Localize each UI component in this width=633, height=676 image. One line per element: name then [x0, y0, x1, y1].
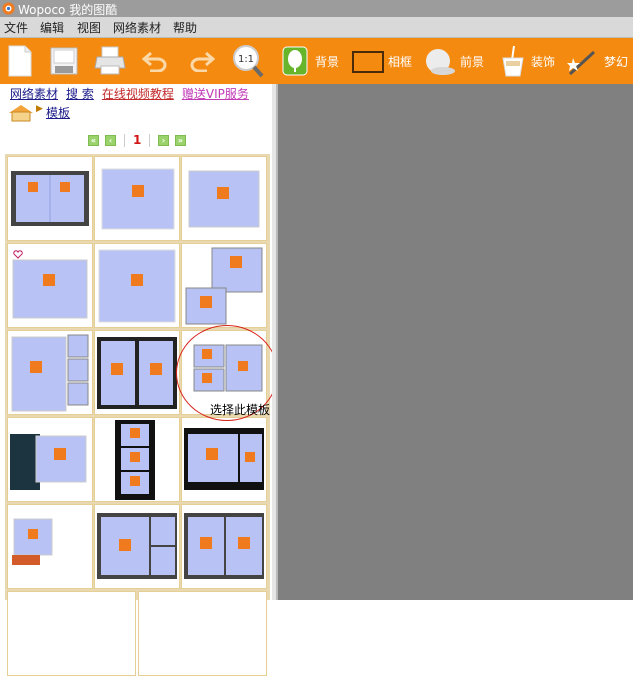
foreground-button[interactable]: 前景 [424, 38, 486, 84]
template-thumbnail[interactable] [181, 243, 267, 328]
template-thumbnail[interactable] [7, 330, 93, 415]
template-preview [10, 434, 87, 490]
template-preview [97, 337, 177, 409]
menu-network-materials[interactable]: 网络素材 [113, 19, 161, 36]
zoom-actual-size-button[interactable]: 1:1 [232, 38, 264, 84]
panel-links: 网络素材搜 索在线视频教程 赠送VIP服务 [10, 85, 257, 102]
window-title: Wopoco 我的图酷 [18, 3, 118, 17]
template-preview [115, 420, 155, 500]
new-button[interactable] [6, 38, 36, 84]
frame-label: 相框 [388, 55, 413, 69]
title-bar: Wopoco 我的图酷 [0, 0, 633, 17]
network-materials-link[interactable]: 网络素材 [10, 87, 58, 101]
dream-label: 梦幻 [604, 55, 629, 69]
template-thumbnail[interactable] [94, 243, 180, 328]
menu-bar: 文件 编辑 视图 网络素材 帮助 [0, 17, 633, 38]
magic-wand-icon [567, 50, 596, 76]
home-folder-icon[interactable] [7, 104, 35, 122]
pager-divider [124, 134, 125, 147]
decorate-button[interactable]: 装饰 [500, 38, 562, 84]
dream-button[interactable]: 梦幻 [566, 38, 632, 84]
tree-icon [282, 46, 308, 76]
undo-button[interactable] [140, 38, 170, 84]
template-thumbnail[interactable] [7, 504, 93, 589]
video-tutorial-link[interactable]: 在线视频教程 [102, 87, 174, 101]
template-thumbnail[interactable] [138, 591, 267, 676]
breadcrumb-templates[interactable]: 模板 [46, 104, 70, 121]
menu-help[interactable]: 帮助 [173, 19, 197, 36]
printer-icon [94, 46, 126, 75]
redo-icon [190, 51, 215, 72]
template-preview [97, 513, 177, 579]
prev-page-button[interactable]: ‹ [105, 135, 116, 146]
toolbar: 1:1 背景 相框 前景 装饰 梦幻 [0, 38, 633, 84]
menu-edit[interactable]: 编辑 [40, 19, 64, 36]
template-thumbnail[interactable] [181, 504, 267, 589]
next-page-button[interactable]: › [158, 135, 169, 146]
editing-canvas[interactable] [276, 84, 633, 600]
foreground-icon [426, 49, 455, 75]
template-preview [11, 334, 89, 412]
template-preview [11, 171, 89, 226]
new-document-icon [8, 45, 32, 77]
save-button[interactable] [48, 38, 82, 84]
template-preview [184, 428, 264, 490]
template-thumbnail[interactable] [94, 330, 180, 415]
template-preview [185, 247, 263, 325]
template-thumbnail[interactable] [94, 156, 180, 241]
template-preview [188, 170, 260, 228]
magnifier-icon: 1:1 [233, 45, 264, 78]
template-preview [101, 168, 175, 230]
template-preview [98, 249, 176, 323]
menu-file[interactable]: 文件 [4, 19, 28, 36]
frame-icon [352, 51, 384, 73]
background-button[interactable]: 背景 [282, 38, 344, 84]
template-thumbnail[interactable] [7, 156, 93, 241]
print-button[interactable] [93, 38, 127, 84]
pager-divider [149, 134, 150, 147]
template-preview [12, 250, 88, 319]
template-thumbnail[interactable] [7, 243, 93, 328]
save-icon [50, 47, 78, 75]
template-thumbnail[interactable] [7, 417, 93, 502]
current-page[interactable]: 1 [133, 133, 141, 147]
template-thumbnail[interactable] [181, 156, 267, 241]
frame-button[interactable]: 相框 [352, 38, 414, 84]
choose-template-annotation: 选择此模板 [210, 403, 271, 417]
paint-cup-icon [502, 45, 524, 77]
vip-service-link[interactable]: 赠送VIP服务 [182, 87, 249, 101]
breadcrumb-arrow-icon: ▶ [36, 104, 43, 114]
zoom-label: 1:1 [238, 54, 254, 65]
redo-button[interactable] [187, 38, 217, 84]
template-thumbnail[interactable] [181, 417, 267, 502]
background-label: 背景 [315, 55, 340, 69]
decorate-label: 装饰 [531, 55, 556, 69]
foreground-label: 前景 [460, 55, 485, 69]
template-thumbnail[interactable] [94, 504, 180, 589]
template-preview [12, 518, 53, 565]
menu-view[interactable]: 视图 [77, 19, 101, 36]
template-preview [184, 513, 264, 579]
undo-icon [142, 51, 167, 72]
template-thumbnail[interactable] [7, 591, 136, 676]
search-link[interactable]: 搜 索 [66, 87, 94, 101]
first-page-button[interactable]: « [88, 135, 99, 146]
template-thumbnail[interactable] [94, 417, 180, 502]
app-logo-icon [2, 2, 15, 15]
last-page-button[interactable]: » [175, 135, 186, 146]
